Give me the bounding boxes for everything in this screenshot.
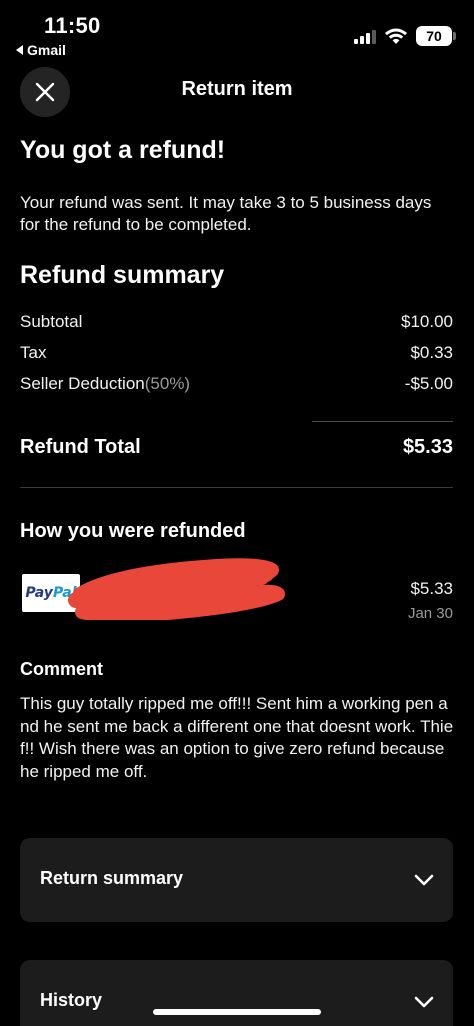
back-to-app-link[interactable]: Gmail [16, 42, 66, 58]
chevron-down-icon [414, 996, 434, 1008]
refund-method-title: How you were refunded [20, 520, 246, 542]
refund-method-amount: $5.33 [410, 579, 453, 598]
refund-title: You got a refund! [20, 136, 226, 164]
summary-label: Seller Deduction [20, 374, 145, 393]
refund-total-row: Refund Total $5.33 [20, 436, 453, 459]
chevron-down-icon [414, 874, 434, 886]
refund-total-label: Refund Total [20, 436, 141, 458]
accordion-label: Return summary [40, 868, 184, 888]
comment-text: This guy totally ripped me off!!! Sent h… [20, 694, 454, 781]
accordion-label: History [40, 990, 103, 1010]
back-app-label: Gmail [27, 42, 66, 58]
section-divider [20, 487, 453, 488]
summary-value: $10.00 [401, 312, 453, 331]
status-time: 11:50 [44, 13, 101, 38]
return-summary-accordion[interactable]: Return summary [20, 838, 453, 922]
refund-summary-title: Refund summary [20, 261, 225, 289]
summary-label: Tax [20, 343, 47, 362]
page-header-title: Return item [181, 78, 293, 100]
total-divider [312, 421, 453, 422]
status-bar: 11:50 Gmail 70 [0, 0, 474, 62]
summary-label-group: Seller Deduction(50%) [20, 374, 190, 394]
refund-message: Your refund was sent. It may take 3 to 5… [20, 193, 432, 234]
summary-label: Subtotal [20, 312, 83, 331]
cellular-signal-icon [354, 28, 376, 44]
system-icons: 70 [354, 26, 456, 46]
summary-row-tax: Tax $0.33 [20, 343, 453, 363]
summary-row-subtotal: Subtotal $10.00 [20, 312, 453, 332]
refund-total-value: $5.33 [402, 436, 453, 458]
summary-value: -$5.00 [404, 374, 453, 393]
deduction-percent: (50%) [144, 374, 191, 393]
comment-title: Comment [20, 659, 104, 679]
home-indicator[interactable] [153, 1009, 321, 1015]
summary-value: $0.33 [410, 343, 453, 362]
history-accordion[interactable]: History [20, 960, 453, 1026]
back-triangle-icon [16, 45, 23, 55]
battery-icon: 70 [416, 26, 456, 46]
refund-method-date: Jan 30 [407, 605, 453, 622]
wifi-icon [385, 28, 407, 44]
summary-row-seller-deduction: Seller Deduction(50%) -$5.00 [20, 374, 453, 394]
redaction-scribble [68, 558, 285, 620]
